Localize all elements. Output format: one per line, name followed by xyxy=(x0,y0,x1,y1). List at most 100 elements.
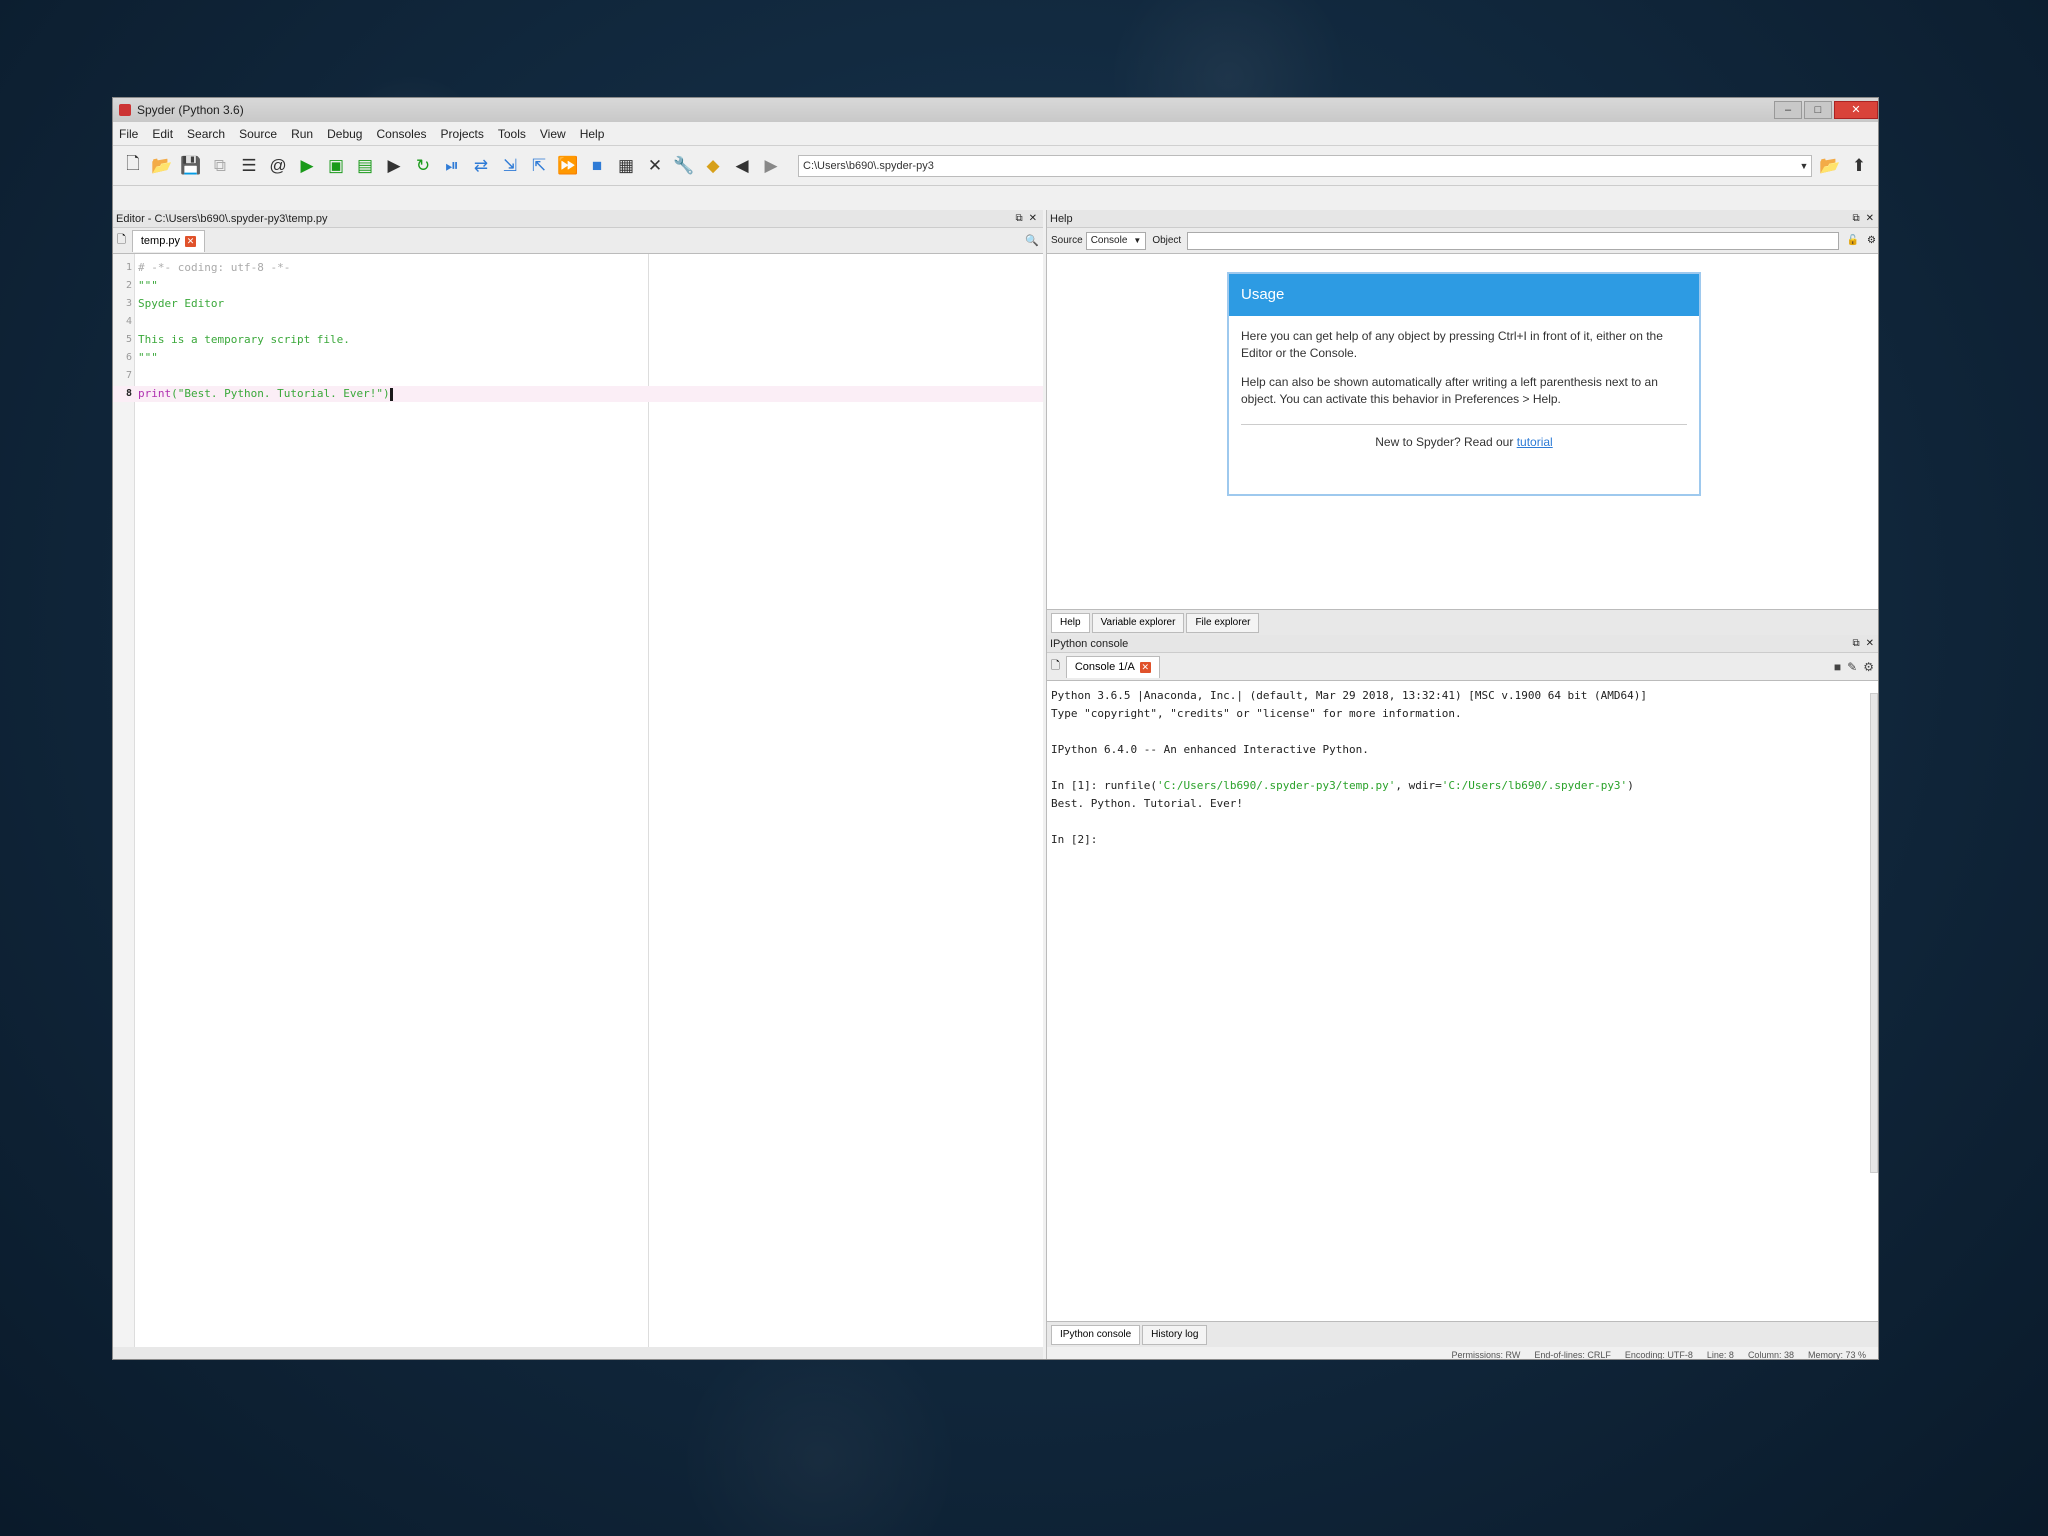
menu-tools[interactable]: Tools xyxy=(498,127,526,141)
spyder-app-icon xyxy=(119,104,131,116)
menu-view[interactable]: View xyxy=(540,127,566,141)
undock-icon[interactable]: ⧉ xyxy=(1852,638,1859,649)
menu-debug[interactable]: Debug xyxy=(327,127,362,141)
preferences-icon[interactable]: 🔧 xyxy=(673,155,694,177)
editor-tabbar: 🗋 temp.py ✕ 🔍 xyxy=(113,228,1043,254)
object-input[interactable] xyxy=(1187,231,1839,250)
menu-file[interactable]: File xyxy=(119,127,138,141)
forward-arrow-icon[interactable]: ▶ xyxy=(761,155,781,177)
parent-directory-icon[interactable]: ⬆ xyxy=(1849,155,1869,177)
main-toolbar: 🗋 📂 💾 ⧉ ☰ @ ▶ ▣ ▤ ▶ ↻ ⏯ ⇄ ⇲ ⇱ ⏩ ■ ▦ ✕ 🔧 … xyxy=(113,146,1878,186)
menu-consoles[interactable]: Consoles xyxy=(376,127,426,141)
undock-icon[interactable]: ⧉ xyxy=(1852,213,1859,224)
tab-temp-py[interactable]: temp.py ✕ xyxy=(131,229,205,252)
spyder-window: Spyder (Python 3.6) – □ ✕ File Edit Sear… xyxy=(112,97,1879,1360)
continue-icon[interactable]: ⏩ xyxy=(557,155,578,177)
console-line: In [1]: runfile('C:/Users/lb690/.spyder-… xyxy=(1051,779,1634,792)
tab-file-explorer[interactable]: File explorer xyxy=(1186,612,1260,633)
working-directory-input[interactable]: C:\Users\b690\.spyder-py3 ▼ xyxy=(798,154,1812,177)
text-cursor xyxy=(389,387,393,401)
close-button[interactable]: ✕ xyxy=(1834,101,1878,119)
console-title: IPython console ⧉ ✕ xyxy=(1047,635,1878,653)
code-line: 6 """ xyxy=(125,351,158,364)
editor-title: Editor - C:\Users\b690\.spyder-py3\temp.… xyxy=(113,210,1043,228)
browse-folder-icon[interactable]: 📂 xyxy=(1819,155,1840,177)
window-title: Spyder (Python 3.6) xyxy=(137,103,244,117)
close-pane-icon[interactable]: ✕ xyxy=(1029,213,1037,224)
open-folder-icon[interactable]: 📂 xyxy=(151,155,172,177)
right-panes: Help ⧉ ✕ Source Console ▼ Object 🔓 ⚙ Usag… xyxy=(1046,210,1878,1359)
editor-pane: Editor - C:\Users\b690\.spyder-py3\temp.… xyxy=(113,210,1043,1359)
editor-footer xyxy=(113,1347,1043,1359)
console-scrollbar[interactable] xyxy=(1870,693,1878,1173)
python-path-icon[interactable]: ◆ xyxy=(703,155,723,177)
menu-source[interactable]: Source xyxy=(239,127,277,141)
save-all-icon[interactable]: ⧉ xyxy=(210,155,230,177)
maximize-button[interactable]: □ xyxy=(1804,101,1832,119)
step-icon[interactable]: ⇄ xyxy=(471,155,491,177)
object-label: Object xyxy=(1152,235,1182,246)
console-line: Best. Python. Tutorial. Ever! xyxy=(1051,797,1244,810)
step-into-icon[interactable]: ⇲ xyxy=(500,155,520,177)
current-code-line: 8 print("Best. Python. Tutorial. Ever!") xyxy=(113,386,1043,402)
close-pane-icon[interactable]: ✕ xyxy=(1866,638,1874,649)
at-icon[interactable]: @ xyxy=(268,155,288,177)
usage-card: Usage Here you can get help of any objec… xyxy=(1227,272,1701,496)
browse-tabs-icon[interactable]: 🗋 xyxy=(117,231,126,250)
browse-tabs-icon[interactable]: 🗋 xyxy=(1051,657,1060,676)
run-cell-icon[interactable]: ▣ xyxy=(326,155,346,177)
usage-heading: Usage xyxy=(1229,274,1699,316)
menu-bar: File Edit Search Source Run Debug Consol… xyxy=(113,122,1878,146)
tab-history-log[interactable]: History log xyxy=(1142,1324,1208,1345)
new-file-icon[interactable]: 🗋 xyxy=(123,154,143,177)
outline-icon[interactable]: ☰ xyxy=(239,155,259,177)
search-icon[interactable]: 🔍 xyxy=(1025,234,1039,247)
tab-help[interactable]: Help xyxy=(1051,612,1090,633)
close-tab-icon[interactable]: ✕ xyxy=(185,235,196,247)
code-line: 3 Spyder Editor xyxy=(125,297,225,310)
console-output[interactable]: Python 3.6.5 |Anaconda, Inc.| (default, … xyxy=(1047,681,1878,1333)
stop-kernel-icon[interactable]: ■ xyxy=(1834,660,1841,674)
back-arrow-icon[interactable]: ◀ xyxy=(732,155,752,177)
help-content: Usage Here you can get help of any objec… xyxy=(1047,254,1878,635)
console-pane-tabs: IPython console History log xyxy=(1047,1321,1878,1347)
tab-console[interactable]: Console 1/A ✕ xyxy=(1065,655,1160,678)
tab-variable-explorer[interactable]: Variable explorer xyxy=(1091,612,1185,633)
save-icon[interactable]: 💾 xyxy=(180,155,201,177)
edge-line xyxy=(648,254,649,1347)
step-return-icon[interactable]: ⇱ xyxy=(529,155,549,177)
maximize-pane-icon[interactable]: ▦ xyxy=(616,155,636,177)
tutorial-link[interactable]: tutorial xyxy=(1517,435,1553,449)
close-pane-icon[interactable]: ✕ xyxy=(1866,213,1874,224)
menu-projects[interactable]: Projects xyxy=(441,127,484,141)
lock-icon[interactable]: 🔓 xyxy=(1847,235,1859,246)
tab-ipython-console[interactable]: IPython console xyxy=(1051,1324,1141,1345)
close-tab-icon[interactable]: ✕ xyxy=(1139,661,1151,673)
clear-console-icon[interactable]: ✎ xyxy=(1847,660,1857,674)
rerun-icon[interactable]: ↻ xyxy=(413,155,433,177)
code-line: 4 xyxy=(125,316,132,327)
debug-icon[interactable]: ⏯ xyxy=(442,155,462,177)
minimize-button[interactable]: – xyxy=(1774,101,1802,119)
usage-footer: New to Spyder? Read our tutorial xyxy=(1375,435,1553,449)
menu-run[interactable]: Run xyxy=(291,127,313,141)
code-line: 2 """ xyxy=(125,279,158,292)
chevron-down-icon: ▼ xyxy=(1133,236,1142,245)
menu-help[interactable]: Help xyxy=(580,127,605,141)
stop-icon[interactable]: ■ xyxy=(587,155,607,177)
help-pane: Help ⧉ ✕ Source Console ▼ Object 🔓 ⚙ Usag… xyxy=(1047,210,1878,635)
options-icon[interactable]: ⚙ xyxy=(1867,235,1876,246)
source-select[interactable]: Console ▼ xyxy=(1085,231,1147,250)
menu-search[interactable]: Search xyxy=(187,127,225,141)
undock-icon[interactable]: ⧉ xyxy=(1015,213,1022,224)
run-cell-advance-icon[interactable]: ▤ xyxy=(355,155,375,177)
source-label: Source xyxy=(1051,235,1083,246)
fullscreen-icon[interactable]: ✕ xyxy=(645,155,665,177)
code-editor[interactable]: 1 # -*- coding: utf-8 -*- 2 """ 3 Spyder Ed… xyxy=(113,254,1043,1347)
run-icon[interactable]: ▶ xyxy=(297,155,317,177)
console-prompt: In [2]: xyxy=(1051,833,1098,846)
chevron-down-icon[interactable]: ▼ xyxy=(1797,156,1811,176)
options-icon[interactable]: ⚙ xyxy=(1863,660,1874,674)
run-selection-icon[interactable]: ▶ xyxy=(384,155,404,177)
menu-edit[interactable]: Edit xyxy=(152,127,173,141)
